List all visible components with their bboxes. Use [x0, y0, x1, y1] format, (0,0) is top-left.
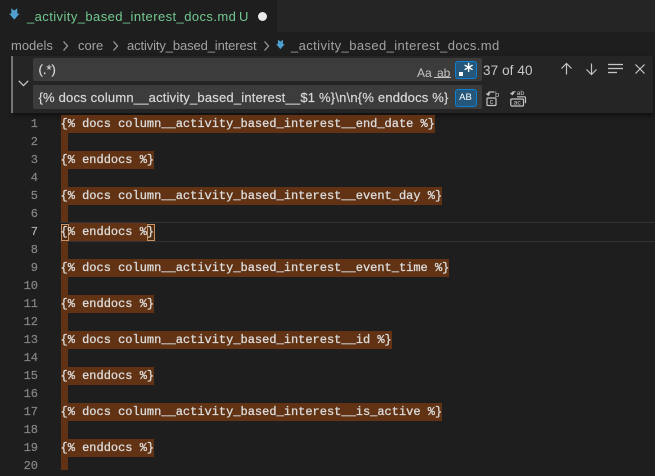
- svg-text:ab: ab: [517, 90, 525, 97]
- svg-text:b: b: [495, 90, 499, 99]
- svg-text:c: c: [490, 96, 494, 105]
- svg-text:ac: ac: [514, 100, 522, 107]
